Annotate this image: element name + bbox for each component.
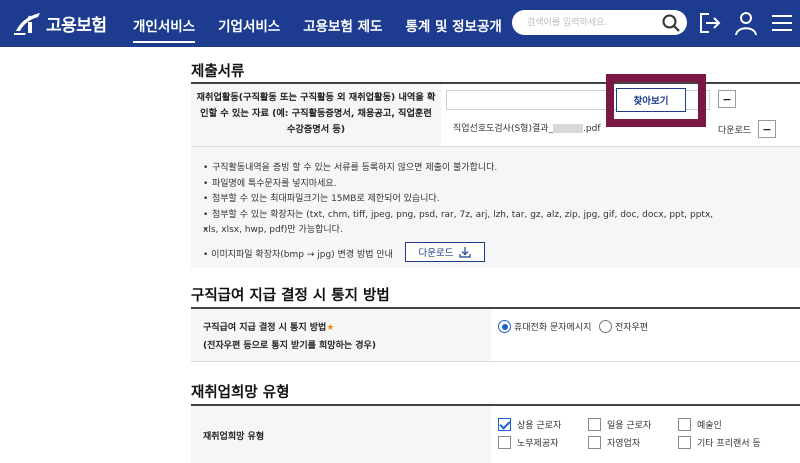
check-artist-label: 예술인: [697, 421, 722, 431]
remove-row-button[interactable]: −: [718, 90, 736, 108]
attached-file[interactable]: 직업선호도검사(S형)결과_ .pdf: [453, 121, 601, 134]
notify-label-text: 구직급여 지급 결정 시 통지 방법: [203, 323, 327, 333]
notify-divider: [191, 361, 800, 362]
radio-email-label: 전자우편: [615, 323, 649, 333]
reemploy-title: 재취업희망 유형: [191, 385, 290, 401]
documents-label-line3: 수강증명서 등): [286, 124, 346, 135]
check-regular-worker-label: 상용 근로자: [517, 421, 562, 431]
download-guide-button[interactable]: 다운로드: [405, 242, 485, 262]
notes-list: 구직활동내역을 증빙 할 수 있는 서류를 등록하지 않으면 제출이 불가합니다…: [203, 161, 763, 239]
nav-business-services[interactable]: 기업서비스: [218, 15, 280, 43]
search-icon[interactable]: [661, 13, 681, 33]
checkbox-self-employed[interactable]: [588, 436, 601, 449]
documents-label: 재취업활동(구직활동 또는 구직활동 외 재취업활동) 내역을 확 인할 수 있…: [191, 90, 441, 138]
checkbox-artist[interactable]: [678, 418, 691, 431]
redacted-block: [553, 124, 584, 133]
radio-sms-label: 휴대전화 문자메시지: [514, 323, 592, 333]
logo-text: 고용보험: [46, 15, 107, 36]
nav-insurance-system[interactable]: 고용보험 제도: [303, 15, 382, 43]
download-guide-label: 다운로드: [418, 248, 454, 259]
checkbox-regular-worker[interactable]: [498, 418, 511, 431]
logo[interactable]: 고용보험: [12, 8, 107, 38]
file-download-link[interactable]: 다운로드: [718, 123, 751, 136]
top-header: 고용보험 개인서비스 기업서비스 고용보험 제도 통계 및 정보공개: [0, 0, 800, 47]
attached-file-name: 직업선호도검사(S형)결과_: [453, 124, 554, 134]
check-artist[interactable]: 예술인: [678, 418, 722, 431]
check-freelancer[interactable]: 기타 프리랜서 등: [678, 436, 761, 449]
nav-statistics[interactable]: 통계 및 정보공개: [405, 15, 501, 43]
checkbox-freelancer[interactable]: [678, 436, 691, 449]
logout-icon[interactable]: [697, 10, 723, 36]
notify-label-cell: [191, 309, 491, 361]
attached-file-ext: .pdf: [583, 124, 601, 134]
notify-sublabel: (전자우편 등으로 통지 받기를 희망하는 경우): [203, 341, 376, 351]
documents-title: 제출서류: [191, 64, 245, 80]
check-labor-provider[interactable]: 노무제공자: [498, 436, 558, 449]
note-item: 첨부할 수 있는 최대파일크기는 15MB로 제한되어 있습니다.: [203, 192, 763, 208]
main-nav: 개인서비스 기업서비스 고용보험 제도 통계 및 정보공개: [133, 15, 525, 43]
radio-sms[interactable]: 휴대전화 문자메시지: [498, 320, 591, 333]
check-self-employed-label: 자영업자: [607, 439, 641, 449]
check-daily-worker[interactable]: 일용 근로자: [588, 418, 651, 431]
check-regular-worker[interactable]: 상용 근로자: [498, 418, 561, 431]
notify-title: 구직급여 지급 결정 시 통지 방법: [191, 288, 390, 304]
image-convert-label: 이미지파일 확장자(bmp → jpg) 변경 방법 안내: [211, 250, 393, 260]
radio-sms-button[interactable]: [498, 320, 511, 333]
logo-icon: [14, 13, 40, 35]
checkbox-daily-worker[interactable]: [588, 418, 601, 431]
documents-label-line2: 인할 수 있는 자료 (예: 구직활동증명서, 채용공고, 직업훈련: [200, 108, 432, 119]
notify-label: 구직급여 지급 결정 시 통지 방법★: [203, 320, 334, 333]
check-labor-provider-label: 노무제공자: [517, 439, 559, 449]
download-icon: [459, 246, 472, 258]
user-icon[interactable]: [733, 10, 759, 36]
nav-personal-services[interactable]: 개인서비스: [133, 15, 196, 43]
note-item: 파일명에 특수문자를 넣지마세요.: [203, 177, 763, 193]
search-box: [512, 10, 687, 36]
checkbox-labor-provider[interactable]: [498, 436, 511, 449]
remove-file-button[interactable]: −: [758, 120, 776, 138]
check-self-employed[interactable]: 자영업자: [588, 436, 640, 449]
documents-label-line1: 재취업활동(구직활동 또는 구직활동 외 재취업활동) 내역을 확: [196, 92, 436, 103]
image-convert-note: • 이미지파일 확장자(bmp → jpg) 변경 방법 안내: [203, 250, 393, 260]
radio-email[interactable]: 전자우편: [599, 320, 648, 333]
required-mark: ★: [326, 323, 335, 333]
note-item: 첨부할 수 있는 확장자는 (txt, chm, tiff, jpeg, png…: [203, 208, 763, 224]
search-input[interactable]: [512, 10, 652, 36]
radio-email-button[interactable]: [599, 320, 612, 333]
note-item: xls, xlsx, hwp, pdf)만 가능합니다.: [203, 223, 763, 239]
note-item: 구직활동내역을 증빙 할 수 있는 서류를 등록하지 않으면 제출이 불가합니다…: [203, 161, 763, 177]
menu-icon[interactable]: [769, 10, 795, 36]
check-daily-worker-label: 일용 근로자: [607, 421, 652, 431]
reemploy-label: 재취업희망 유형: [203, 432, 265, 442]
find-file-button[interactable]: 찾아보기: [616, 88, 686, 112]
check-freelancer-label: 기타 프리랜서 등: [697, 439, 761, 449]
